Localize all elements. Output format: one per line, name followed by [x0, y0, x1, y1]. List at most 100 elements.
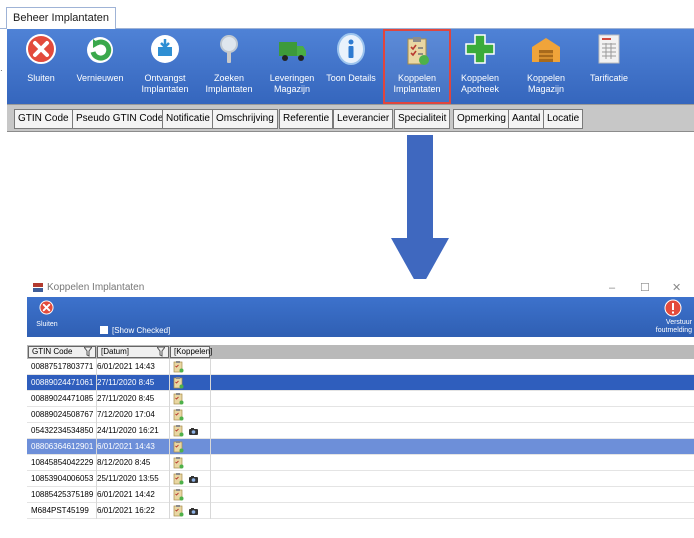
checkbox-box[interactable] — [100, 326, 108, 334]
gtin-cell: 00889024508767 — [31, 410, 94, 419]
table-row[interactable]: 00889024508767 7/12/2020 17:04 — [27, 407, 694, 423]
cell-separator — [169, 455, 170, 471]
grid-header-gtin-code[interactable]: GTIN Code — [28, 346, 96, 358]
cell-separator — [169, 391, 170, 407]
cell-separator — [169, 487, 170, 503]
cell-separator — [210, 407, 211, 423]
gtin-cell: 10885425375189 — [31, 490, 94, 499]
gtin-cell: 08806364612901 — [31, 442, 94, 451]
cell-separator — [96, 439, 97, 455]
table-row[interactable]: 05432234534850 24/11/2020 16:21 — [27, 423, 694, 439]
datum-cell: 8/12/2020 8:45 — [97, 458, 151, 467]
koppel-clipboard-icon[interactable] — [173, 489, 184, 501]
koppelen-grid: GTIN Code [Datum] [Koppelen] 00887517803… — [27, 345, 694, 538]
koppel-clipboard-icon[interactable] — [173, 393, 184, 405]
filter-icon[interactable] — [84, 347, 92, 357]
cell-separator — [169, 375, 170, 391]
koppel-clipboard-icon[interactable] — [173, 505, 184, 517]
dialog-title-bar: Koppelen Implantaten – ☐ ✕ — [27, 279, 694, 297]
datum-cell: 6/01/2021 16:22 — [97, 506, 155, 515]
cell-separator — [169, 359, 170, 375]
cell-separator — [96, 503, 97, 519]
gtin-cell: M684PST45199 — [31, 506, 89, 515]
datum-cell: 7/12/2020 17:04 — [97, 410, 155, 419]
cell-separator — [169, 407, 170, 423]
show-checked-checkbox[interactable]: [Show Checked] — [100, 326, 170, 336]
table-row[interactable]: 10845854042229 8/12/2020 8:45 — [27, 455, 694, 471]
koppel-clipboard-icon[interactable] — [173, 409, 184, 421]
minimize-button[interactable]: – — [609, 280, 615, 296]
datum-cell: 27/11/2020 8:45 — [97, 394, 155, 403]
dialog-sluiten-button[interactable]: Sluiten — [31, 298, 63, 334]
koppel-clipboard-icon[interactable] — [173, 457, 184, 469]
gtin-cell: 10845854042229 — [31, 458, 94, 467]
grid-header-datum[interactable]: [Datum] — [97, 346, 169, 358]
grid-header-datum-label: [Datum] — [101, 347, 130, 356]
table-row[interactable]: 10885425375189 6/01/2021 14:42 — [27, 487, 694, 503]
cell-separator — [96, 455, 97, 471]
table-row[interactable]: 00887517803771 6/01/2021 14:43 — [27, 359, 694, 375]
dialog-sluiten-label: Sluiten — [36, 321, 58, 328]
cell-separator — [210, 375, 211, 391]
cell-separator — [210, 455, 211, 471]
table-row[interactable]: 10853904006053 25/11/2020 13:55 — [27, 471, 694, 487]
gtin-cell: 00887517803771 — [31, 362, 94, 371]
cell-separator — [96, 375, 97, 391]
koppel-clipboard-icon[interactable] — [173, 441, 184, 453]
maximize-button[interactable]: ☐ — [640, 280, 650, 296]
filter-icon[interactable] — [157, 347, 165, 357]
datum-cell: 24/11/2020 16:21 — [97, 426, 159, 435]
datum-cell: 6/01/2021 14:42 — [97, 490, 155, 499]
cell-separator — [210, 391, 211, 407]
camera-icon[interactable] — [188, 427, 199, 436]
koppel-clipboard-icon[interactable] — [173, 425, 184, 437]
camera-icon[interactable] — [188, 507, 199, 516]
close-window-button[interactable]: ✕ — [672, 280, 681, 296]
koppel-clipboard-icon[interactable] — [173, 377, 184, 389]
cell-separator — [96, 423, 97, 439]
koppel-clipboard-icon[interactable] — [173, 361, 184, 373]
app-icon — [33, 283, 43, 292]
cell-separator — [169, 503, 170, 519]
datum-cell: 6/01/2021 14:43 — [97, 442, 155, 451]
table-row[interactable]: 00889024471061 27/11/2020 8:45 — [27, 375, 694, 391]
cell-separator — [210, 439, 211, 455]
verstuur-foutmelding-button[interactable]: Verstuur foutmelding — [644, 298, 692, 336]
cell-separator — [96, 407, 97, 423]
dialog-toolbar: Sluiten [Show Checked] Verstuur foutmeld… — [27, 297, 694, 337]
cell-separator — [210, 423, 211, 439]
dialog-title: Koppelen Implantaten — [47, 282, 145, 293]
close-icon — [39, 300, 54, 315]
cell-separator — [96, 359, 97, 375]
show-checked-label: [Show Checked] — [112, 326, 171, 335]
grid-header-koppelen[interactable]: [Koppelen] — [170, 346, 213, 358]
cell-separator — [210, 487, 211, 503]
verstuur-foutmelding-label: Verstuur foutmelding — [655, 319, 692, 334]
grid-header-koppelen-label: [Koppelen] — [174, 347, 213, 356]
datum-cell: 27/11/2020 8:45 — [97, 378, 155, 387]
gtin-cell: 05432234534850 — [31, 426, 94, 435]
alert-icon — [664, 299, 682, 317]
gtin-cell: 10853904006053 — [31, 474, 94, 483]
cell-separator — [169, 471, 170, 487]
cell-separator — [96, 487, 97, 503]
koppelen-implantaten-dialog: Koppelen Implantaten – ☐ ✕ Sluiten [Show… — [27, 279, 694, 538]
gtin-cell: 00889024471085 — [31, 394, 94, 403]
gtin-cell: 00889024471061 — [31, 378, 94, 387]
cell-separator — [169, 439, 170, 455]
table-row[interactable]: 00889024471085 27/11/2020 8:45 — [27, 391, 694, 407]
datum-cell: 25/11/2020 13:55 — [97, 474, 159, 483]
grid-header-gtin-label: GTIN Code — [32, 347, 73, 356]
table-row[interactable]: M684PST45199 6/01/2021 16:22 — [27, 503, 694, 519]
koppel-clipboard-icon[interactable] — [173, 473, 184, 485]
cell-separator — [210, 503, 211, 519]
cell-separator — [169, 423, 170, 439]
cell-separator — [210, 471, 211, 487]
camera-icon[interactable] — [188, 475, 199, 484]
grid-header: GTIN Code [Datum] [Koppelen] — [27, 345, 694, 359]
cell-separator — [210, 359, 211, 375]
table-row[interactable]: 08806364612901 6/01/2021 14:43 — [27, 439, 694, 455]
cell-separator — [96, 471, 97, 487]
cell-separator — [96, 391, 97, 407]
datum-cell: 6/01/2021 14:43 — [97, 362, 155, 371]
